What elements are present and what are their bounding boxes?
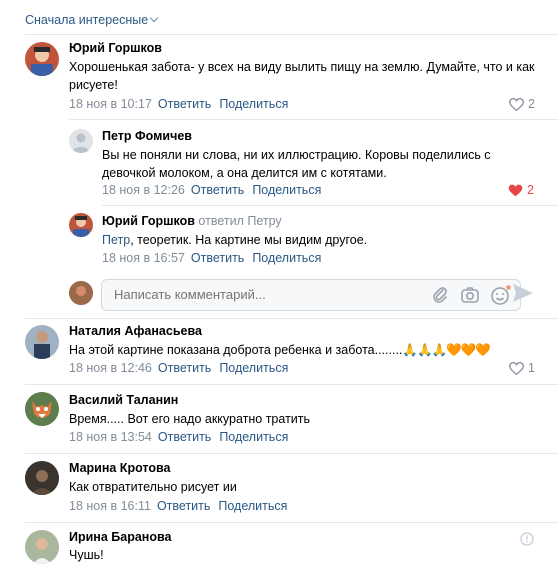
report-icon[interactable] (520, 532, 534, 546)
paperclip-icon[interactable] (430, 285, 450, 305)
divider (25, 384, 558, 385)
comment-meta: 18 ноя в 16:11 Ответить Поделиться (69, 499, 295, 513)
comment-meta: 18 ноя в 13:54 Ответить Поделиться (69, 430, 296, 444)
current-user-avatar (69, 281, 93, 305)
camera-icon[interactable] (460, 285, 480, 305)
reply-button[interactable]: Ответить (191, 183, 244, 197)
comment-text: Вы не поняли ни слова, ни их иллюстрацию… (102, 148, 491, 180)
divider (25, 318, 558, 319)
comment-date[interactable]: 18 ноя в 12:46 (69, 361, 152, 375)
chevron-down-icon (149, 13, 159, 23)
like-button[interactable]: 2 (509, 97, 535, 111)
comment-author[interactable]: Ирина Баранова (69, 530, 171, 544)
share-button[interactable]: Поделиться (218, 499, 287, 513)
comment-text-body: , теоретик. На картине мы видим другое. (130, 233, 368, 247)
comment-meta: 18 ноя в 10:17 Ответить Поделиться (69, 97, 296, 111)
comment-text: Время..... Вот его надо аккуратно тратит… (69, 412, 311, 426)
avatar[interactable] (69, 129, 93, 153)
comment-author[interactable]: Наталия Афанасьева (69, 324, 202, 338)
sort-label: Сначала интересные (25, 13, 149, 27)
avatar[interactable] (25, 461, 59, 495)
share-button[interactable]: Поделиться (219, 97, 288, 111)
author-name[interactable]: Юрий Горшков (102, 214, 195, 228)
comment-date[interactable]: 18 ноя в 10:17 (69, 97, 152, 111)
heart-icon (508, 184, 523, 196)
comment-text: Чушь! (69, 548, 104, 562)
reply-button[interactable]: Ответить (191, 251, 244, 265)
divider (25, 34, 558, 35)
comment-author[interactable]: Юрий Горшков (69, 41, 162, 55)
comment-meta: 18 ноя в 16:57 Ответить Поделиться (102, 251, 329, 265)
comment-date[interactable]: 18 ноя в 12:26 (102, 183, 185, 197)
comment-input[interactable] (112, 286, 396, 303)
like-button[interactable]: 1 (509, 361, 535, 375)
smile-icon[interactable] (490, 285, 512, 305)
comment-text: Петр, теоретик. На картине мы видим друг… (102, 231, 532, 249)
comment-text: Как отвратительно рисует ии (69, 480, 237, 494)
share-button[interactable]: Поделиться (219, 430, 288, 444)
avatar[interactable] (25, 392, 59, 426)
divider (25, 522, 558, 523)
comment-input-box (101, 279, 521, 311)
comment-date[interactable]: 18 ноя в 16:11 (69, 499, 151, 513)
comment-text: Хорошенькая забота- у всех на виду вылит… (69, 60, 535, 92)
comment-author[interactable]: Петр Фомичев (102, 129, 192, 143)
comment-author[interactable]: Марина Кротова (69, 461, 170, 475)
heart-icon (509, 361, 524, 375)
mention-link[interactable]: Петр (102, 233, 130, 247)
sort-selector[interactable]: Сначала интересные (25, 13, 159, 27)
comment-text-body: На этой картине показана доброта ребенка… (69, 343, 403, 357)
comment-meta: 18 ноя в 12:26 Ответить Поделиться (102, 183, 329, 197)
avatar[interactable] (69, 213, 93, 237)
divider (69, 119, 558, 120)
share-button[interactable]: Поделиться (219, 361, 288, 375)
avatar[interactable] (25, 325, 59, 359)
reply-button[interactable]: Ответить (158, 97, 211, 111)
reply-button[interactable]: Ответить (157, 499, 210, 513)
comment-meta: 18 ноя в 12:46 Ответить Поделиться (69, 361, 296, 375)
reply-button[interactable]: Ответить (158, 361, 211, 375)
reply-button[interactable]: Ответить (158, 430, 211, 444)
comment-date[interactable]: 18 ноя в 13:54 (69, 430, 152, 444)
replied-to[interactable]: ответил Петру (198, 214, 281, 228)
share-button[interactable]: Поделиться (252, 251, 321, 265)
divider (102, 205, 558, 206)
share-button[interactable]: Поделиться (252, 183, 321, 197)
like-count: 1 (528, 361, 535, 375)
comment-author[interactable]: Василий Таланин (69, 393, 178, 407)
comment-date[interactable]: 18 ноя в 16:57 (102, 251, 185, 265)
like-count: 2 (527, 183, 534, 197)
avatar[interactable] (25, 42, 59, 76)
like-button[interactable]: 2 (508, 183, 534, 197)
comment-author[interactable]: Юрий Горшков ответил Петру (102, 214, 282, 228)
heart-icon (509, 97, 524, 111)
emoji-strip: 🙏🙏🙏🧡🧡🧡 (402, 343, 490, 357)
avatar[interactable] (25, 530, 59, 564)
like-count: 2 (528, 97, 535, 111)
divider (25, 453, 558, 454)
comment-text: На этой картине показана доброта ребенка… (69, 341, 539, 359)
send-icon[interactable] (512, 283, 534, 303)
